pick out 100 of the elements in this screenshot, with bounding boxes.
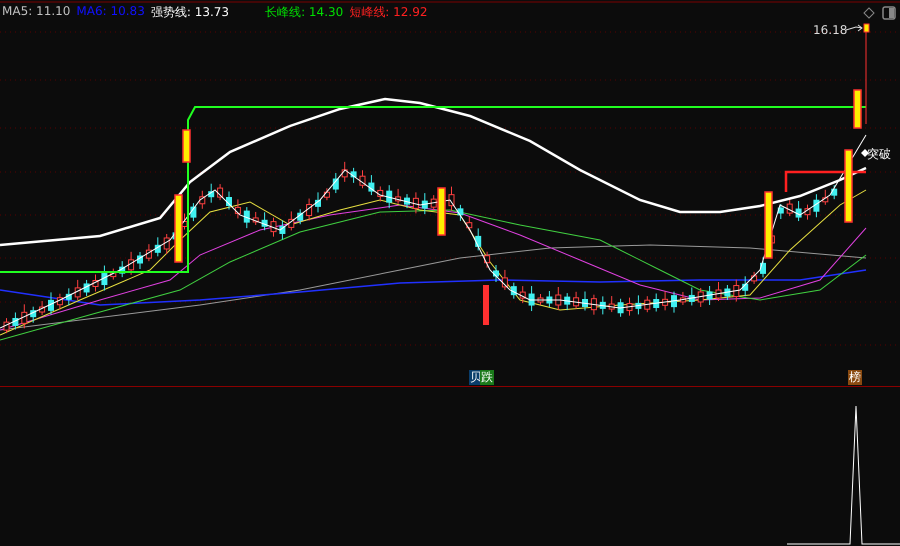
candlestick	[217, 184, 224, 201]
candlestick	[360, 170, 366, 189]
candlestick	[635, 294, 642, 315]
candlestick	[324, 188, 330, 201]
diamond-icon	[861, 149, 869, 157]
candlestick	[422, 192, 428, 215]
legend-label: 短峰线: 12.92	[349, 4, 428, 21]
candlestick	[804, 204, 810, 220]
candlestick	[671, 291, 677, 314]
candlestick	[110, 268, 116, 280]
candlestick	[698, 287, 704, 308]
candlestick	[582, 291, 588, 311]
candlestick	[510, 282, 517, 300]
candlestick	[101, 265, 108, 292]
candlestick	[831, 184, 838, 200]
candlestick	[190, 202, 196, 222]
candlestick	[457, 204, 464, 222]
signal-bar	[764, 191, 773, 259]
candlestick	[590, 294, 597, 316]
candlestick	[270, 217, 276, 238]
candlestick	[546, 290, 552, 308]
panel-toggle-icon[interactable]	[882, 6, 896, 20]
candlestick	[332, 172, 339, 194]
candlestick	[751, 271, 758, 284]
candlestick	[342, 161, 348, 182]
candlestick	[724, 284, 730, 301]
candlestick	[653, 293, 660, 312]
candlestick	[733, 279, 740, 302]
signal-bar	[182, 129, 191, 163]
candlestick	[154, 236, 161, 257]
candlestick	[84, 279, 90, 296]
candlestick	[484, 251, 490, 268]
candlestick	[74, 279, 81, 300]
candlestick	[306, 198, 312, 222]
candlestick	[662, 290, 668, 311]
legend-label: 强势线: 13.73	[150, 4, 230, 21]
candlestick	[252, 211, 259, 226]
candlestick	[475, 228, 482, 251]
candlestick	[483, 285, 489, 325]
candlestick	[502, 269, 508, 290]
candlestick	[706, 285, 713, 306]
candlestick	[199, 190, 206, 210]
candlestick	[128, 251, 134, 276]
candlestick	[412, 192, 419, 214]
signal-label: 突破	[867, 147, 891, 161]
candlestick	[350, 167, 357, 184]
candlestick	[226, 191, 232, 210]
candlestick	[39, 300, 46, 316]
candlestick	[430, 194, 437, 211]
candlestick	[716, 282, 722, 302]
legend-label: 长峰线: 14.30	[265, 4, 344, 21]
candlestick	[688, 286, 695, 306]
candlestick	[778, 204, 784, 220]
candlestick	[600, 296, 606, 315]
candlestick	[448, 186, 454, 212]
candlestick	[137, 252, 143, 270]
candlestick	[279, 220, 286, 240]
candlestick	[742, 276, 748, 297]
candlestick	[573, 291, 580, 310]
candlestick	[626, 297, 632, 316]
candlestick	[297, 208, 304, 225]
candlestick	[208, 183, 214, 204]
candlestick	[234, 198, 241, 219]
candlestick	[760, 256, 766, 278]
candlestick	[493, 264, 499, 282]
candlestick	[288, 210, 294, 231]
candlestick	[315, 192, 321, 213]
candlestick	[813, 194, 820, 218]
signal-bar	[437, 187, 446, 236]
candlestick	[377, 186, 384, 202]
candlestick	[796, 200, 802, 222]
diamond-icon[interactable]	[863, 7, 875, 19]
candlestick	[786, 198, 793, 217]
signal-bar	[174, 194, 183, 263]
candlestick	[822, 189, 828, 206]
signal-marker: 榜	[848, 370, 862, 385]
candlestick	[30, 306, 36, 324]
candlestick	[618, 298, 624, 318]
candlestick	[262, 212, 268, 231]
price-label: 16.18	[813, 23, 848, 37]
candlestick	[386, 184, 392, 209]
candlestick	[404, 194, 410, 209]
candlestick	[92, 274, 98, 292]
candlestick	[395, 188, 402, 204]
candlestick	[48, 292, 54, 315]
candlestick	[119, 260, 126, 278]
signal-bar	[853, 89, 862, 129]
candlestick	[21, 304, 28, 329]
legend-label: MA6: 10.83	[76, 4, 145, 20]
candlestick	[146, 244, 152, 262]
signal-marker: 跌	[480, 370, 494, 385]
candlestick	[244, 206, 250, 229]
candlestick	[368, 174, 374, 196]
candlestick	[608, 296, 615, 313]
candlestick	[680, 291, 686, 306]
candlestick	[555, 286, 562, 310]
candlestick	[4, 318, 10, 334]
candlestick	[12, 312, 18, 330]
candlestick	[528, 286, 535, 312]
pointer-arrow-icon	[846, 24, 863, 32]
